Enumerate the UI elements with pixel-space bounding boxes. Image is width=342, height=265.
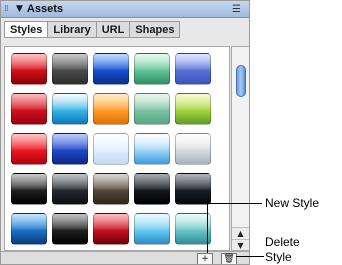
new-style-callout-line — [207, 203, 262, 204]
lime-green-style[interactable] — [175, 93, 211, 125]
mint-bevel-style[interactable] — [134, 53, 170, 85]
asset-tabs: Styles Library URL Shapes — [4, 21, 181, 38]
tab-styles[interactable]: Styles — [5, 22, 49, 37]
delete-style-callout-line — [236, 256, 264, 257]
delete-style-button[interactable]: 🗑 — [221, 253, 237, 264]
black-button-style[interactable] — [52, 213, 88, 245]
scroll-down-arrow-icon[interactable]: ▼ — [232, 239, 249, 250]
pale-blue-style[interactable] — [93, 133, 129, 165]
midnight-gel-style[interactable] — [134, 173, 170, 205]
charcoal-glossy-style[interactable] — [52, 53, 88, 85]
new-style-icon: + — [201, 254, 209, 264]
cyan-band-style[interactable] — [52, 93, 88, 125]
red-glossy-style[interactable] — [11, 53, 47, 85]
orange-gradient-style[interactable] — [93, 93, 129, 125]
panel-titlebar[interactable]: ⁞⁞ ▼ Assets ☰ — [1, 1, 249, 18]
blue-button-style[interactable] — [11, 213, 47, 245]
panel-bottom-bar: + 🗑 — [1, 251, 249, 264]
assets-panel: ⁞⁞ ▼ Assets ☰ Styles Library URL Shapes … — [0, 0, 250, 265]
new-style-callout-drop — [207, 203, 208, 253]
tab-url[interactable]: URL — [97, 22, 131, 37]
crimson-button-style[interactable] — [93, 213, 129, 245]
teal-button-style[interactable] — [175, 213, 211, 245]
delete-style-callout-label-1: Delete — [265, 235, 300, 249]
navy-small-style[interactable] — [52, 133, 88, 165]
vertical-scrollbar[interactable]: ▲ ▼ — [231, 46, 249, 251]
delete-style-callout-label-2: Style — [265, 250, 292, 264]
panel-title: Assets — [26, 3, 63, 15]
collapse-arrow-icon[interactable]: ▼ — [16, 4, 23, 14]
new-style-button[interactable]: + — [197, 253, 213, 264]
black-gel-style[interactable] — [11, 173, 47, 205]
style-swatch-grid — [4, 46, 230, 251]
red-dot-style[interactable] — [11, 93, 47, 125]
scrollbar-thumb[interactable] — [236, 65, 246, 97]
sky-blue-style[interactable] — [134, 133, 170, 165]
scroll-up-arrow-icon[interactable]: ▲ — [232, 227, 249, 238]
gripper-icon[interactable]: ⁞⁞ — [4, 4, 14, 14]
ink-gel-style[interactable] — [175, 173, 211, 205]
dark-gel-style[interactable] — [52, 173, 88, 205]
panel-options-menu-icon[interactable]: ☰ — [232, 4, 241, 15]
blue-square-glossy-style[interactable] — [93, 53, 129, 85]
periwinkle-style[interactable] — [175, 53, 211, 85]
trash-icon: 🗑 — [223, 254, 235, 264]
sea-green-style[interactable] — [134, 93, 170, 125]
bright-red-style[interactable] — [11, 133, 47, 165]
aqua-button-style[interactable] — [134, 213, 170, 245]
silver-fade-style[interactable] — [175, 133, 211, 165]
tab-library[interactable]: Library — [48, 22, 97, 37]
bronze-gel-style[interactable] — [93, 173, 129, 205]
tab-shapes[interactable]: Shapes — [130, 22, 179, 37]
new-style-callout-label: New Style — [265, 196, 320, 210]
